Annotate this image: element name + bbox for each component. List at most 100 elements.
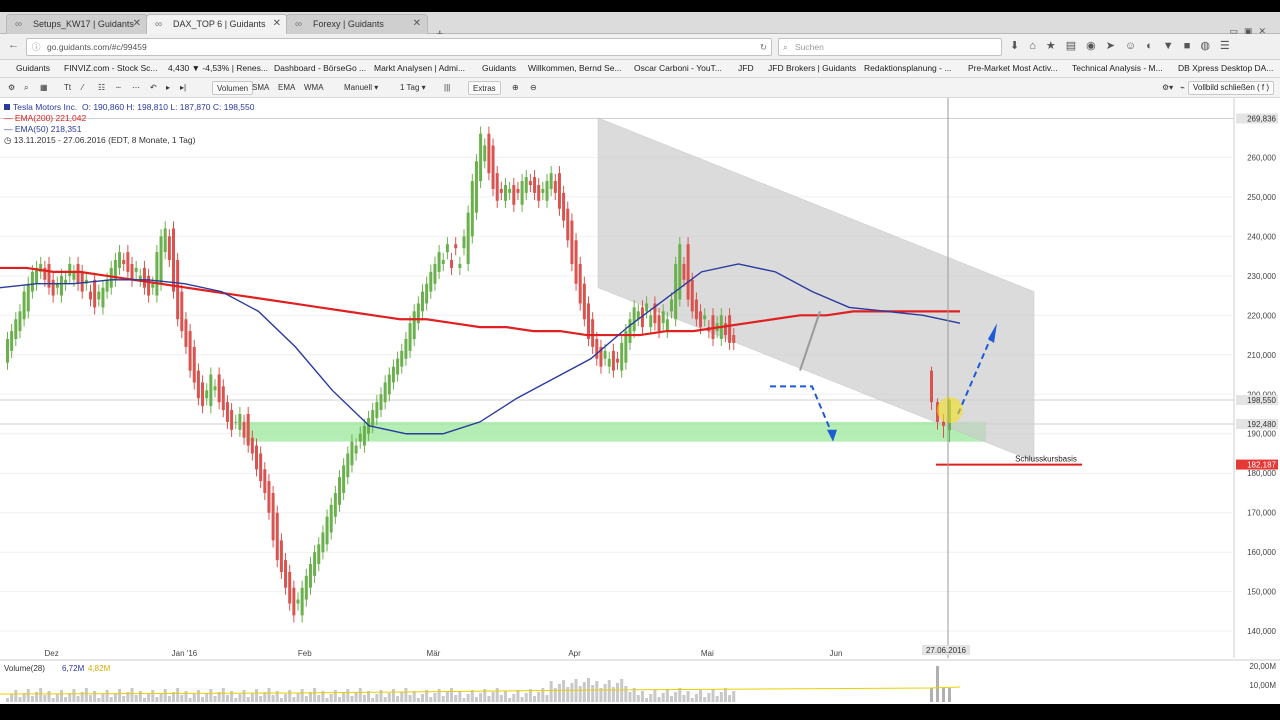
candle-body [163,228,167,253]
candle-body [620,342,624,371]
volume-bar [557,684,561,702]
candle-body [354,445,358,454]
guidants-tab-icon: ∞ [15,19,23,30]
forward-icon[interactable]: ▸ [162,81,174,95]
bookmark-item[interactable]: JFD [726,62,754,75]
url-bar[interactable]: ⓘ go.guidants.com/#c/99459 ↻ [26,38,772,56]
bookmark-item[interactable]: Redaktionsplanung - ... [852,62,951,75]
tab-dax-top6[interactable]: ∞ DAX_TOP 6 | Guidants ✕ [146,14,288,34]
candle-body [358,433,362,442]
y-tick-label: 210,000 [1247,351,1276,360]
line-tool-icon[interactable]: ⁄ [78,81,87,95]
candle [209,367,213,414]
indicator-icon[interactable]: ⌁ [1176,81,1189,95]
candle [487,126,491,181]
wma-button[interactable]: WMA [300,81,328,95]
volume-bar [55,694,59,702]
candle [288,564,292,611]
volume-bar [234,698,238,702]
search-input[interactable]: ⌕ Suchen [778,38,1002,56]
bookmark-item[interactable]: 4,430 ▼ -4,53% | Renes... [156,62,268,75]
bookmark-item[interactable]: FINVIZ.com - Stock Sc... [52,62,158,75]
browser-toolbar-icons[interactable]: ⬇⌂★▤◉➤☺◐▼■◍☰ [1010,39,1240,52]
ema-button[interactable]: EMA [274,81,299,95]
back-arrow-icon[interactable]: ← [8,39,19,51]
bookmark-item[interactable]: Willkommen, Bernd Se... [516,62,622,75]
candle-body [458,263,462,268]
text-tool-icon[interactable]: Tt [60,81,75,95]
candle-body [570,220,574,264]
volumen-button[interactable]: Volumen [212,81,254,95]
candle-body [508,188,512,193]
bookmark-item[interactable]: Technical Analysis - M... [1060,62,1163,75]
candle [578,256,582,311]
volume-bar [51,698,55,702]
tab-setups[interactable]: ∞ Setups_KW17 | Guidants ✕ [6,14,148,34]
candle-body [346,453,350,478]
price-tag: 192,480 [1236,418,1278,429]
bookmark-item[interactable]: Pre-Market Most Activ... [956,62,1058,75]
candle [479,126,483,189]
extras-button[interactable]: Extras [468,81,501,95]
close-icon[interactable]: ✕ [273,15,281,33]
candle [537,177,541,208]
bookmark-item[interactable]: Guidants [470,62,516,75]
close-icon[interactable]: ✕ [133,15,141,33]
chart-area[interactable]: 260,000 250,000 240,000 230,000 220,000 210,0… [0,98,1280,704]
bookmark-item[interactable]: Oscar Carboni - YouT... [622,62,722,75]
close-icon[interactable]: ✕ [413,15,421,33]
bookmark-icon [52,63,61,72]
undo-icon[interactable]: ↶ [146,81,161,95]
volume-bar [670,696,673,702]
bookmark-item[interactable]: DB Xpress Desktop DA... [1166,62,1273,75]
layout-icon[interactable]: ⚙▾ [1158,81,1177,95]
bar-type-icon[interactable]: ||| [440,81,454,95]
volume-bar [942,688,945,702]
candle [217,367,221,410]
tab-forexy[interactable]: ∞ Forexy | Guidants ✕ [286,14,428,34]
volume-bar [421,694,424,702]
candle [391,359,395,390]
candle [51,272,55,303]
fib-tool-icon[interactable]: ☷ [94,81,109,95]
interval-select[interactable]: 1 Tag ▾ [396,81,430,95]
support-zone [246,421,986,442]
volume-bar [76,696,80,702]
bookmark-item[interactable]: JFD Brokers | Guidants [756,62,856,75]
candle-body [524,177,528,193]
drawing-mode-select[interactable]: Manuell ▾ [340,81,382,95]
volume-bar [255,689,258,702]
reload-icon[interactable]: ↻ [760,39,767,55]
candle-body [450,260,454,268]
settings-icon[interactable]: ⚙ [4,81,19,95]
bookmark-item[interactable]: Guidants [4,62,50,75]
candle-body [445,244,449,253]
volume-bar [595,681,599,702]
bookmark-item[interactable]: Markt Analysen | Admi... [362,62,465,75]
price-chart[interactable]: 260,000 250,000 240,000 230,000 220,000 210,0… [0,98,1280,704]
candle [113,252,117,287]
candle-body [566,208,570,241]
zoom-in-icon[interactable]: ⊕ [508,81,523,95]
candle [632,300,636,339]
zoom-icon[interactable]: ⌕ [20,81,32,95]
zoom-out-icon[interactable]: ⊖ [526,81,541,95]
candle [454,237,458,256]
candle [317,537,321,572]
legend-swatch [4,104,10,110]
candle-body [723,323,727,336]
dots-tool-icon[interactable]: ⋯ [128,81,144,95]
volume-bar [499,695,503,702]
candle-body [101,287,105,308]
end-icon[interactable]: ▸| [176,81,190,95]
volume-bar [26,689,30,702]
grid-icon[interactable]: ▦ [36,81,52,95]
candle-body [528,181,532,186]
candle [354,438,358,461]
bookmark-item[interactable]: Dashboard - BörseGo ... [262,62,366,75]
vollbild-button[interactable]: Vollbild schließen ( f ) [1187,81,1274,95]
candle [533,170,537,201]
sma-button[interactable]: SMA [248,81,273,95]
hline-tool-icon[interactable]: ┄ [112,81,125,95]
volume-bar [308,692,312,702]
